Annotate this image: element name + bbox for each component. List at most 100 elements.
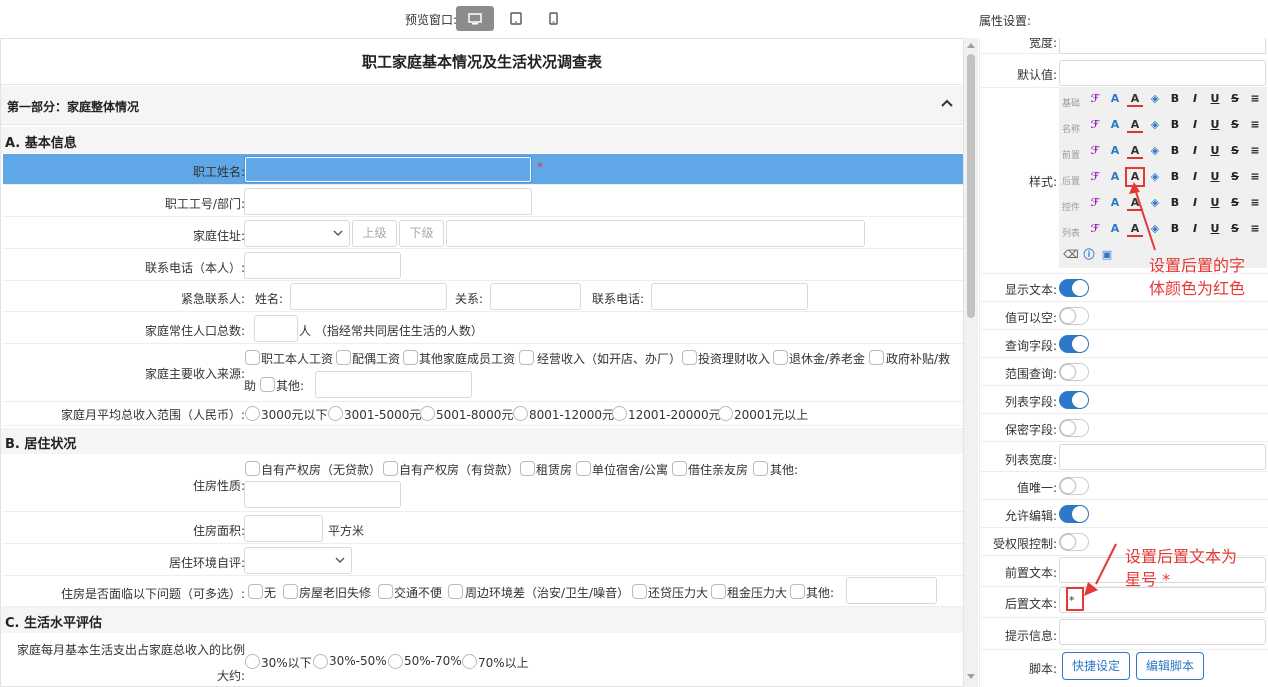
align-icon[interactable]: ≡ [1247, 91, 1263, 107]
housing-checkbox[interactable] [383, 461, 398, 476]
font-size-icon[interactable]: A [1107, 91, 1123, 107]
font-size-icon[interactable]: A [1107, 169, 1123, 185]
income-src-other-input[interactable] [315, 371, 472, 398]
bold-icon[interactable]: B [1167, 117, 1183, 133]
mobile-preview-button[interactable] [534, 6, 572, 31]
italic-icon[interactable]: I [1187, 91, 1203, 107]
info-icon[interactable]: ⓘ [1081, 247, 1097, 263]
section-header[interactable]: 第一部分：家庭整体情况 [1, 86, 963, 125]
width-input[interactable] [1059, 38, 1266, 54]
italic-icon[interactable]: I [1187, 195, 1203, 211]
scrollbar-thumb[interactable] [967, 54, 975, 318]
nullable-toggle[interactable] [1059, 307, 1089, 325]
align-icon[interactable]: ≡ [1247, 169, 1263, 185]
underline-icon[interactable]: U [1207, 195, 1223, 211]
housing-checkbox[interactable] [753, 461, 768, 476]
income-src-checkbox[interactable] [773, 350, 788, 365]
range-query-toggle[interactable] [1059, 363, 1089, 381]
income-range-radio[interactable] [513, 406, 528, 421]
problems-checkbox[interactable] [632, 584, 647, 599]
strikethrough-icon[interactable]: S [1227, 143, 1243, 159]
font-family-icon[interactable]: ℱ [1087, 143, 1103, 159]
problems-checkbox[interactable] [283, 584, 298, 599]
desktop-preview-button[interactable] [456, 6, 494, 31]
font-color-icon[interactable]: A [1127, 117, 1143, 133]
align-icon[interactable]: ≡ [1247, 221, 1263, 237]
secret-field-toggle[interactable] [1059, 419, 1089, 437]
income-range-radio[interactable] [612, 406, 627, 421]
chevron-up-icon[interactable] [941, 98, 953, 108]
underline-icon[interactable]: U [1207, 221, 1223, 237]
income-src-checkbox[interactable] [519, 350, 534, 365]
problems-checkbox[interactable] [248, 584, 263, 599]
address-down-button[interactable]: 下级 [399, 220, 444, 247]
align-icon[interactable]: ≡ [1247, 143, 1263, 159]
align-icon[interactable]: ≡ [1247, 195, 1263, 211]
bold-icon[interactable]: B [1167, 195, 1183, 211]
income-src-checkbox[interactable] [403, 350, 418, 365]
italic-icon[interactable]: I [1187, 143, 1203, 159]
address-up-button[interactable]: 上级 [352, 220, 397, 247]
underline-icon[interactable]: U [1207, 91, 1223, 107]
list-width-input[interactable] [1059, 444, 1266, 470]
problems-checkbox[interactable] [448, 584, 463, 599]
housing-checkbox[interactable] [245, 461, 260, 476]
font-family-icon[interactable]: ℱ [1087, 195, 1103, 211]
strikethrough-icon[interactable]: S [1227, 169, 1243, 185]
fill-color-icon[interactable]: ◈ [1147, 117, 1163, 133]
income-src-checkbox[interactable] [682, 350, 697, 365]
housing-checkbox[interactable] [520, 461, 535, 476]
edit-script-button[interactable]: 编辑脚本 [1136, 652, 1204, 680]
font-size-icon[interactable]: A [1107, 143, 1123, 159]
font-size-icon[interactable]: A [1107, 117, 1123, 133]
default-value-input[interactable] [1059, 60, 1266, 86]
tablet-preview-button[interactable] [497, 6, 535, 31]
phone-input[interactable] [244, 252, 401, 279]
font-color-icon[interactable]: A [1127, 143, 1143, 159]
employee-name-input[interactable] [244, 156, 532, 183]
income-range-radio[interactable] [328, 406, 343, 421]
fill-color-icon[interactable]: ◈ [1147, 143, 1163, 159]
underline-icon[interactable]: U [1207, 117, 1223, 133]
hint-input[interactable] [1059, 619, 1266, 645]
employee-id-input[interactable] [244, 188, 532, 215]
area-input[interactable] [244, 515, 323, 542]
font-size-icon[interactable]: A [1107, 195, 1123, 211]
population-input[interactable] [254, 315, 298, 342]
font-color-icon[interactable]: A [1127, 91, 1143, 107]
income-range-radio[interactable] [718, 406, 733, 421]
scroll-down-icon[interactable] [967, 674, 975, 680]
font-family-icon[interactable]: ℱ [1087, 221, 1103, 237]
ratio-radio[interactable] [313, 654, 328, 669]
align-icon[interactable]: ≡ [1247, 117, 1263, 133]
address-detail-input[interactable] [446, 220, 865, 247]
quick-setting-button[interactable]: 快捷设定 [1062, 652, 1130, 680]
list-field-toggle[interactable] [1059, 391, 1089, 409]
italic-icon[interactable]: I [1187, 221, 1203, 237]
ratio-radio[interactable] [388, 654, 403, 669]
income-src-checkbox[interactable] [336, 350, 351, 365]
bold-icon[interactable]: B [1167, 221, 1183, 237]
fill-color-icon[interactable]: ◈ [1147, 91, 1163, 107]
italic-icon[interactable]: I [1187, 117, 1203, 133]
eraser-icon[interactable]: ⌫ [1063, 247, 1079, 263]
income-src-checkbox[interactable] [245, 350, 260, 365]
bold-icon[interactable]: B [1167, 91, 1183, 107]
problems-checkbox[interactable] [378, 584, 393, 599]
income-src-checkbox[interactable] [869, 350, 884, 365]
font-family-icon[interactable]: ℱ [1087, 117, 1103, 133]
strikethrough-icon[interactable]: S [1227, 91, 1243, 107]
emergency-relation-input[interactable] [490, 283, 581, 310]
underline-icon[interactable]: U [1207, 143, 1223, 159]
underline-icon[interactable]: U [1207, 169, 1223, 185]
scroll-up-icon[interactable] [967, 42, 975, 48]
emergency-phone-input[interactable] [651, 283, 808, 310]
income-range-radio[interactable] [245, 406, 260, 421]
problems-checkbox[interactable] [790, 584, 805, 599]
font-size-icon[interactable]: A [1107, 221, 1123, 237]
ratio-radio[interactable] [462, 654, 477, 669]
editable-toggle[interactable] [1059, 505, 1089, 523]
preview-icon[interactable]: ▣ [1099, 247, 1115, 263]
emergency-name-input[interactable] [290, 283, 447, 310]
ratio-radio[interactable] [245, 654, 260, 669]
